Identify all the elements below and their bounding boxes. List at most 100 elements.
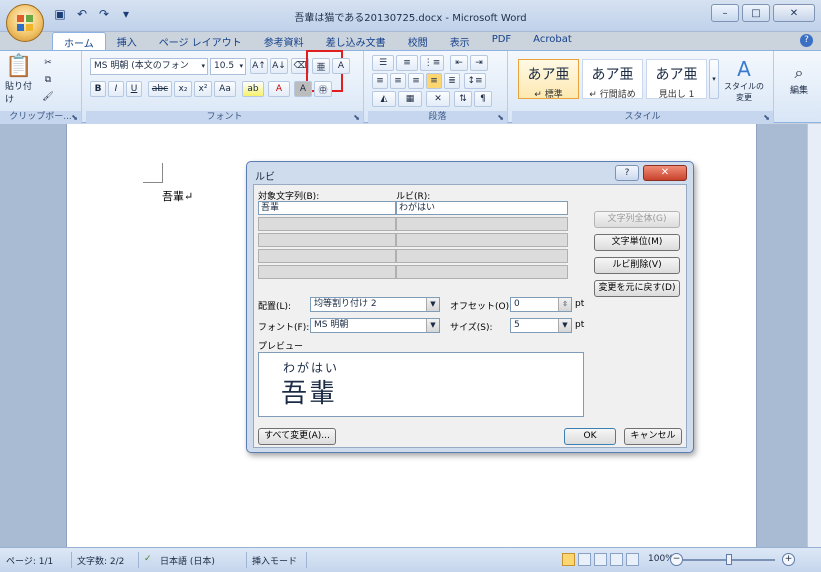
justify-icon[interactable]: ≡ xyxy=(426,73,442,89)
minimize-button[interactable]: – xyxy=(711,4,739,22)
tab-home[interactable]: ホーム xyxy=(52,32,106,50)
ruby-cell-4[interactable] xyxy=(396,249,568,263)
tab-review[interactable]: 校閲 xyxy=(397,32,439,50)
shrink-font-icon[interactable]: A↓ xyxy=(270,58,288,74)
line-spacing-icon[interactable]: ↕≡ xyxy=(464,73,486,89)
base-text-cell-1[interactable]: 吾輩 xyxy=(258,201,396,215)
paste-button[interactable]: 📋 貼り付け xyxy=(4,54,34,105)
delete-ruby-button[interactable]: ルビ削除(V) xyxy=(594,257,680,274)
base-text-cell-2[interactable] xyxy=(258,217,396,231)
tab-insert[interactable]: 挿入 xyxy=(106,32,148,50)
clipboard-launcher-icon[interactable]: ⬊ xyxy=(71,113,78,122)
ruby-cell-1[interactable]: わがはい xyxy=(396,201,568,215)
subscript-button[interactable]: x₂ xyxy=(174,81,192,97)
cancel-button[interactable]: キャンセル xyxy=(624,428,682,445)
ok-button[interactable]: OK xyxy=(564,428,616,445)
zoom-in-button[interactable]: + xyxy=(782,553,795,566)
apply-all-button[interactable]: すべて変更(A)... xyxy=(258,428,336,445)
change-case-button[interactable]: Aa xyxy=(214,81,236,97)
format-painter-icon[interactable]: 🖌 xyxy=(40,89,56,105)
outline-view-icon[interactable] xyxy=(610,553,623,566)
full-screen-view-icon[interactable] xyxy=(578,553,591,566)
superscript-button[interactable]: x² xyxy=(194,81,212,97)
close-button[interactable]: ✕ xyxy=(773,4,815,22)
page-count[interactable]: ページ: 1/1 xyxy=(6,554,53,567)
tab-mailings[interactable]: 差し込み文書 xyxy=(315,32,397,50)
show-marks-icon[interactable]: ¶ xyxy=(474,91,492,107)
shading-icon[interactable]: ◭ xyxy=(372,91,396,107)
decrease-indent-icon[interactable]: ⇤ xyxy=(450,55,468,71)
font-size-combo[interactable]: 10.5 ▾ xyxy=(210,58,246,75)
document-text[interactable]: 吾輩↵ xyxy=(162,188,193,204)
per-char-button[interactable]: 文字単位(M) xyxy=(594,234,680,251)
font-select[interactable]: MS 明朝 ▼ xyxy=(310,318,440,333)
tab-references[interactable]: 参考資料 xyxy=(253,32,315,50)
grow-font-icon[interactable]: A↑ xyxy=(250,58,268,74)
align-left-icon[interactable]: ≡ xyxy=(372,73,388,89)
editing-button[interactable]: ⌕ 編集 xyxy=(782,55,816,103)
distributed-icon[interactable]: ≣ xyxy=(444,73,460,89)
word-count[interactable]: 文字数: 2/2 xyxy=(77,554,124,567)
print-layout-view-icon[interactable] xyxy=(562,553,575,566)
language-indicator[interactable]: 日本語 (日本) xyxy=(160,554,215,567)
tab-page-layout[interactable]: ページ レイアウト xyxy=(148,32,253,50)
dropdown-arrow-icon: ▼ xyxy=(426,319,439,332)
align-center-icon[interactable]: ≡ xyxy=(390,73,406,89)
tab-acrobat[interactable]: Acrobat xyxy=(522,32,583,50)
base-text-cell-3[interactable] xyxy=(258,233,396,247)
highlight-color-icon[interactable]: ab xyxy=(242,81,264,97)
asian-layout-icon[interactable]: ✕ xyxy=(426,91,450,107)
whole-string-button[interactable]: 文字列全体(G) xyxy=(594,211,680,228)
office-button[interactable] xyxy=(6,4,44,42)
zoom-slider-thumb[interactable] xyxy=(726,554,732,565)
increase-indent-icon[interactable]: ⇥ xyxy=(470,55,488,71)
change-styles-button[interactable]: A スタイルの変更 xyxy=(722,57,766,103)
italic-button[interactable]: I xyxy=(108,81,124,97)
help-icon[interactable]: ? xyxy=(800,34,813,47)
reset-button[interactable]: 変更を元に戻す(D) xyxy=(594,280,680,297)
align-right-icon[interactable]: ≡ xyxy=(408,73,424,89)
ruby-cell-5[interactable] xyxy=(396,265,568,279)
cut-icon[interactable]: ✂ xyxy=(40,55,56,71)
style-normal[interactable]: あア亜 ↵ 標準 xyxy=(518,59,579,100)
style-heading-1[interactable]: あア亜 見出し 1 xyxy=(646,59,707,100)
tab-view[interactable]: 表示 xyxy=(439,32,481,50)
ruby-cell-3[interactable] xyxy=(396,233,568,247)
web-layout-view-icon[interactable] xyxy=(594,553,607,566)
paragraph-launcher-icon[interactable]: ⬊ xyxy=(497,113,504,122)
offset-spinner[interactable]: 0 ⇳ xyxy=(510,297,572,312)
status-separator xyxy=(138,552,139,568)
zoom-out-button[interactable]: − xyxy=(670,553,683,566)
sort-icon[interactable]: ⇅ xyxy=(454,91,472,107)
size-select[interactable]: 5 ▼ xyxy=(510,318,572,333)
styles-launcher-icon[interactable]: ⬊ xyxy=(763,113,770,122)
insert-mode[interactable]: 挿入モード xyxy=(252,554,297,567)
borders-icon[interactable]: ▦ xyxy=(398,91,422,107)
underline-button[interactable]: U xyxy=(126,81,142,97)
vertical-scrollbar[interactable] xyxy=(807,124,821,547)
style-no-spacing[interactable]: あア亜 ↵ 行間詰め xyxy=(582,59,643,100)
multilevel-list-icon[interactable]: ⋮≡ xyxy=(420,55,444,71)
copy-icon[interactable]: ⧉ xyxy=(40,72,56,88)
font-name-combo[interactable]: MS 明朝 (本文のフォン ▾ xyxy=(90,58,208,75)
enclosed-char-icon[interactable]: A xyxy=(332,58,350,74)
enclose-char-icon[interactable]: ㊥ xyxy=(314,81,332,97)
base-text-cell-4[interactable] xyxy=(258,249,396,263)
bullets-icon[interactable]: ☰ xyxy=(372,55,394,71)
dialog-help-button[interactable]: ? xyxy=(615,165,639,181)
alignment-select[interactable]: 均等割り付け 2 ▼ xyxy=(310,297,440,312)
base-text-cell-5[interactable] xyxy=(258,265,396,279)
dialog-close-button[interactable]: ✕ xyxy=(643,165,687,181)
ruby-cell-2[interactable] xyxy=(396,217,568,231)
draft-view-icon[interactable] xyxy=(626,553,639,566)
proofing-icon[interactable]: ✓ xyxy=(144,554,152,564)
strikethrough-button[interactable]: abc xyxy=(148,81,172,97)
styles-scroll-icon[interactable]: ▾ xyxy=(709,59,719,99)
char-shading-icon[interactable]: A xyxy=(294,81,312,97)
maximize-button[interactable]: □ xyxy=(742,4,770,22)
font-color-icon[interactable]: A xyxy=(268,81,290,97)
tab-pdf[interactable]: PDF xyxy=(481,32,522,50)
numbering-icon[interactable]: ≡ xyxy=(396,55,418,71)
font-launcher-icon[interactable]: ⬊ xyxy=(353,113,360,122)
bold-button[interactable]: B xyxy=(90,81,106,97)
